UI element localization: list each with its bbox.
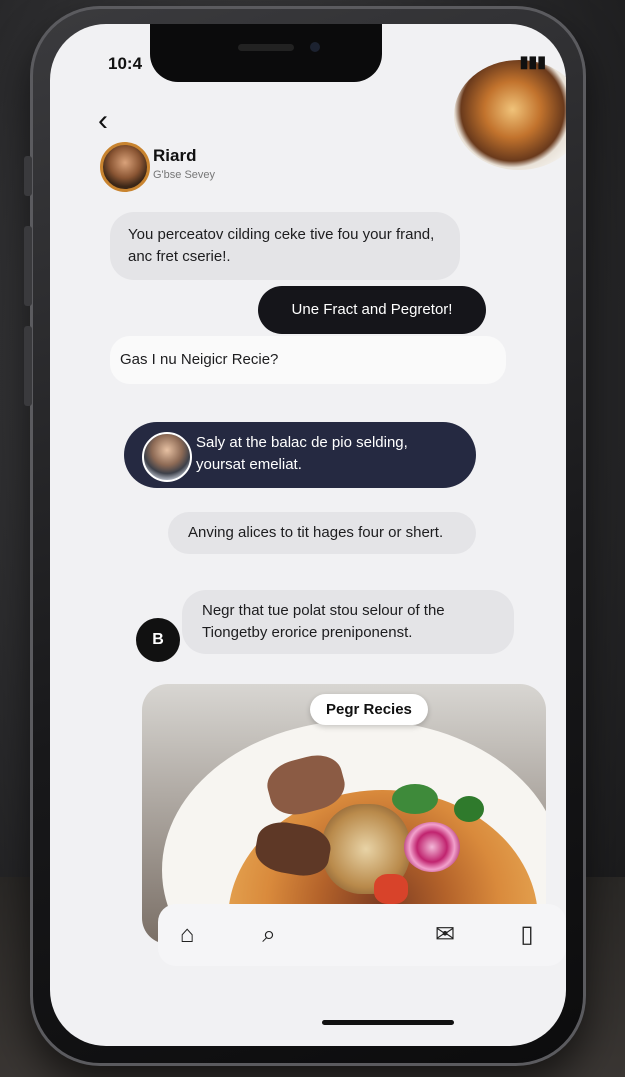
food-thumbnail (454, 60, 566, 170)
status-time: 10:4 (108, 54, 143, 73)
tab-bar: ⌂ ⌕ ✉ ▯ (158, 904, 566, 966)
front-camera (310, 42, 320, 52)
recipe-chip[interactable]: Pegr Recies (310, 694, 428, 725)
contact-avatar[interactable] (100, 142, 150, 192)
message-bubble-incoming: Negr that tue polat stou selour of the T… (182, 590, 514, 654)
food-detail (392, 784, 438, 814)
earpiece-speaker (238, 44, 294, 51)
food-detail (404, 822, 460, 872)
contact-name: Riard (153, 146, 197, 165)
message-bubble-incoming: Gas I nu Neigicr Recie? (110, 336, 506, 384)
status-icons: ▮▮▮ (520, 52, 546, 72)
bookmark-icon[interactable]: ▯ (512, 920, 542, 950)
mail-icon[interactable]: ✉ (430, 920, 460, 950)
screen: 10:4 ▮▮▮ ‹ Riard G'bse Sevey You perceat… (50, 24, 566, 1046)
sender-avatar-letter: B (136, 618, 180, 662)
message-bubble-incoming: Anving alices to tit hages four or shert… (168, 512, 476, 554)
signal-icon: ▮▮▮ (519, 54, 546, 71)
home-indicator[interactable] (322, 1020, 454, 1025)
sender-avatar (142, 432, 192, 482)
message-bubble-highlight: Saly at the balac de pio selding, yoursa… (124, 422, 476, 488)
back-button[interactable]: ‹ (98, 106, 108, 136)
volume-up-button (24, 226, 32, 306)
phone-frame: 10:4 ▮▮▮ ‹ Riard G'bse Sevey You perceat… (24, 6, 586, 1066)
message-text: Saly at the balac de pio selding, yoursa… (196, 434, 408, 473)
food-detail (454, 796, 484, 822)
volume-down-button (24, 326, 32, 406)
message-bubble-outgoing: Une Fract and Pegretor! (258, 286, 486, 334)
contact-status: G'bse Sevey (153, 169, 216, 181)
mute-switch (24, 156, 32, 196)
notch (150, 24, 382, 82)
home-icon[interactable]: ⌂ (172, 920, 202, 950)
search-icon[interactable]: ⌕ (254, 920, 284, 950)
food-detail (374, 874, 408, 904)
message-bubble-incoming: You perceatov cilding ceke tive fou your… (110, 212, 460, 280)
